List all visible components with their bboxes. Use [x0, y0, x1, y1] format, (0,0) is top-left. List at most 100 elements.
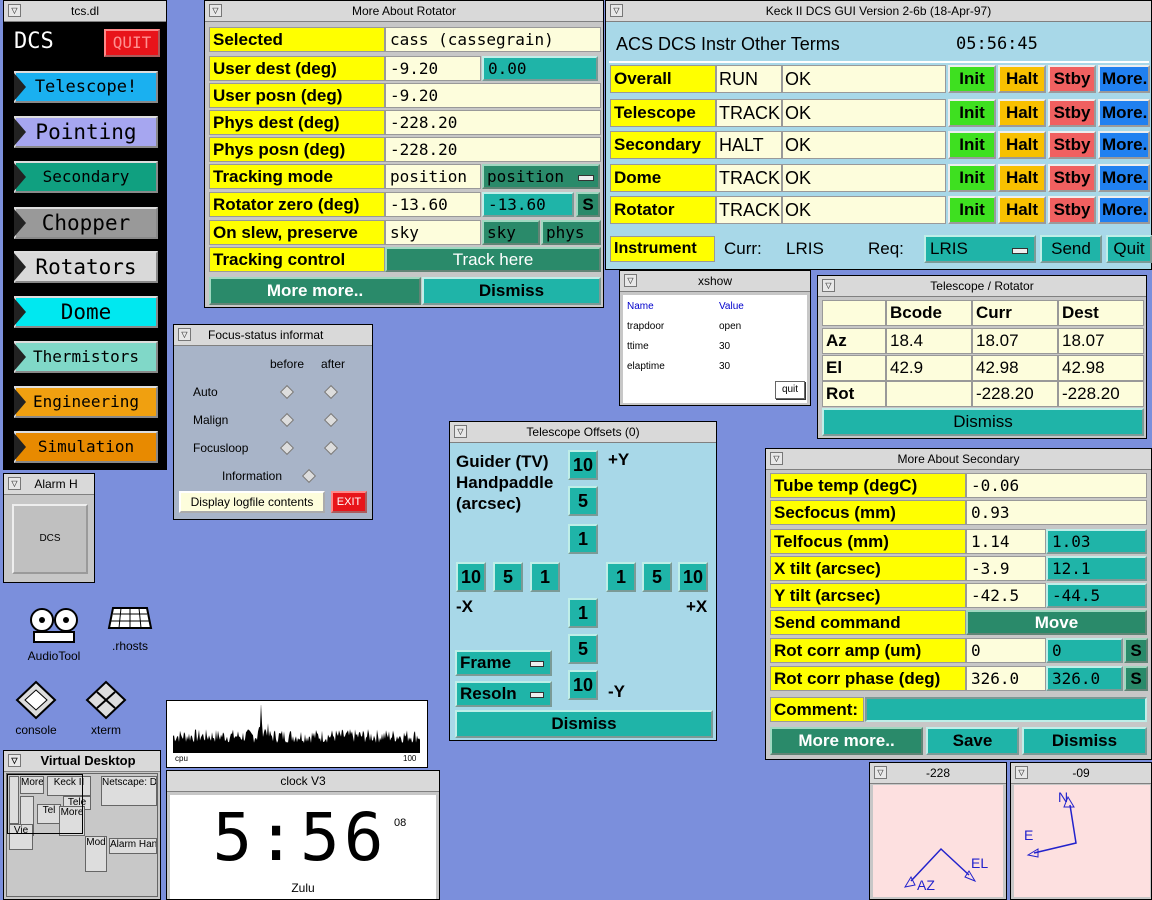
move-button[interactable]: Move	[966, 610, 1147, 635]
ytilt-input[interactable]: -44.5	[1046, 583, 1147, 608]
stby-button[interactable]: Stby	[1048, 196, 1096, 224]
more-button[interactable]: More...	[1098, 99, 1150, 127]
window-menu-icon[interactable]: ▽	[770, 452, 783, 465]
stby-button[interactable]: Stby	[1048, 99, 1096, 127]
pager-window[interactable]: Alarm Hand	[109, 838, 157, 854]
stby-button[interactable]: Stby	[1048, 164, 1096, 192]
window-menu-icon[interactable]: ▽	[8, 477, 21, 490]
focusloop-after-toggle[interactable]	[323, 440, 339, 456]
window-menu-icon[interactable]: ▽	[874, 766, 887, 779]
alarm-titlebar[interactable]: ▽ Alarm H	[4, 474, 94, 495]
xtilt-input[interactable]: 12.1	[1046, 556, 1147, 581]
clock-titlebar[interactable]: clock V3	[167, 771, 439, 792]
rotator-zero-input[interactable]: -13.60	[482, 192, 574, 217]
exit-button[interactable]: EXIT	[331, 491, 367, 513]
telrot-titlebar[interactable]: ▽ Telescope / Rotator	[818, 276, 1146, 297]
secondary-dismiss-button[interactable]: Dismiss	[1022, 727, 1147, 755]
init-button[interactable]: Init	[948, 196, 996, 224]
keck-titlebar[interactable]: ▽ Keck II DCS GUI Version 2-6b (18-Apr-97…	[606, 1, 1151, 22]
secondary-titlebar[interactable]: ▽ More About Secondary	[766, 449, 1151, 470]
more-button[interactable]: More...	[1098, 65, 1150, 93]
more-button[interactable]: More...	[1098, 196, 1150, 224]
sky-button[interactable]: sky	[482, 220, 540, 245]
rotators-button[interactable]: Rotators	[14, 251, 158, 283]
more-button[interactable]: More...	[1098, 131, 1150, 159]
thermistors-button[interactable]: Thermistors	[14, 341, 158, 373]
dome-button[interactable]: Dome	[14, 296, 158, 328]
tcs-titlebar[interactable]: ▽ tcs.dl	[4, 1, 166, 22]
offsets-titlebar[interactable]: ▽ Telescope Offsets (0)	[450, 422, 716, 443]
resoln-select[interactable]: Resoln	[455, 681, 552, 707]
window-menu-icon[interactable]: ▽	[624, 274, 637, 287]
minus-y-5-button[interactable]: 5	[568, 634, 598, 664]
alarm-dcs-tile[interactable]: DCS	[12, 504, 88, 574]
pager-window[interactable]: Netscape: Di	[101, 776, 157, 806]
plus-y-1-button[interactable]: 1	[568, 524, 598, 554]
secondary-save-button[interactable]: Save	[926, 727, 1019, 755]
pointing-button[interactable]: Pointing	[14, 116, 158, 148]
window-menu-icon[interactable]: ▽	[454, 425, 467, 438]
window-menu-icon[interactable]: ▽	[8, 4, 21, 17]
keck-menubar[interactable]: ACS DCS Instr Other Terms	[616, 34, 840, 55]
information-toggle[interactable]	[301, 468, 317, 484]
plus-x-10-button[interactable]: 10	[678, 562, 708, 592]
rotator-228-titlebar[interactable]: ▽ -228	[870, 763, 1006, 784]
telfocus-input[interactable]: 1.03	[1046, 529, 1147, 554]
tracking-mode-select[interactable]: position	[482, 164, 600, 189]
plus-y-5-button[interactable]: 5	[568, 486, 598, 516]
req-instrument-select[interactable]: LRIS	[924, 235, 1036, 263]
virtual-desktop-titlebar[interactable]: ▽ Virtual Desktop	[4, 751, 160, 772]
stby-button[interactable]: Stby	[1048, 131, 1096, 159]
window-menu-icon[interactable]: ▽	[822, 279, 835, 292]
minus-x-10-button[interactable]: 10	[456, 562, 486, 592]
halt-button[interactable]: Halt	[998, 131, 1046, 159]
minus-x-1-button[interactable]: 1	[530, 562, 560, 592]
rhosts-icon[interactable]: .rhosts	[100, 598, 160, 656]
window-menu-icon[interactable]: ▽	[178, 328, 191, 341]
phys-button[interactable]: phys	[541, 220, 601, 245]
minus-y-10-button[interactable]: 10	[568, 670, 598, 700]
console-icon[interactable]: console	[8, 680, 64, 740]
auto-before-toggle[interactable]	[279, 384, 295, 400]
init-button[interactable]: Init	[948, 131, 996, 159]
init-button[interactable]: Init	[948, 65, 996, 93]
xshow-titlebar[interactable]: ▽ xshow	[620, 271, 810, 292]
track-here-button[interactable]: Track here	[385, 247, 601, 272]
minus-x-5-button[interactable]: 5	[493, 562, 523, 592]
rot-corr-amp-input[interactable]: 0	[1046, 638, 1123, 663]
audiotool-icon[interactable]: AudioTool	[20, 606, 88, 668]
init-button[interactable]: Init	[948, 99, 996, 127]
malign-after-toggle[interactable]	[323, 412, 339, 428]
plus-y-10-button[interactable]: 10	[568, 450, 598, 480]
plus-x-5-button[interactable]: 5	[642, 562, 672, 592]
focus-titlebar[interactable]: ▽ Focus-status informat	[174, 325, 372, 346]
halt-button[interactable]: Halt	[998, 99, 1046, 127]
telescope-button[interactable]: Telescope!	[14, 71, 158, 103]
rotator-more-more-button[interactable]: More more..	[209, 277, 421, 305]
rotator-titlebar[interactable]: ▽ More About Rotator	[205, 1, 603, 22]
plus-x-1-button[interactable]: 1	[606, 562, 636, 592]
window-menu-icon[interactable]: ▽	[209, 4, 222, 17]
frame-select[interactable]: Frame	[455, 650, 552, 676]
stby-button[interactable]: Stby	[1048, 65, 1096, 93]
auto-after-toggle[interactable]	[323, 384, 339, 400]
halt-button[interactable]: Halt	[998, 196, 1046, 224]
quit-button[interactable]: QUIT	[104, 29, 160, 57]
send-button[interactable]: Send	[1040, 235, 1102, 263]
chopper-button[interactable]: Chopper	[14, 207, 158, 239]
minus-y-1-button[interactable]: 1	[568, 598, 598, 628]
user-dest-input[interactable]: 0.00	[482, 56, 598, 81]
halt-button[interactable]: Halt	[998, 65, 1046, 93]
rotator-zero-set-button[interactable]: S	[576, 192, 600, 217]
halt-button[interactable]: Halt	[998, 164, 1046, 192]
xshow-quit-button[interactable]: quit	[775, 381, 805, 399]
more-button[interactable]: More...	[1098, 164, 1150, 192]
malign-before-toggle[interactable]	[279, 412, 295, 428]
telrot-dismiss-button[interactable]: Dismiss	[822, 408, 1144, 436]
keck-quit-button[interactable]: Quit	[1106, 235, 1152, 263]
window-menu-icon[interactable]: ▽	[610, 4, 623, 17]
init-button[interactable]: Init	[948, 164, 996, 192]
rotator-dismiss-button[interactable]: Dismiss	[422, 277, 601, 305]
secondary-more-more-button[interactable]: More more..	[770, 727, 923, 755]
rot-corr-phase-set-button[interactable]: S	[1124, 666, 1148, 691]
